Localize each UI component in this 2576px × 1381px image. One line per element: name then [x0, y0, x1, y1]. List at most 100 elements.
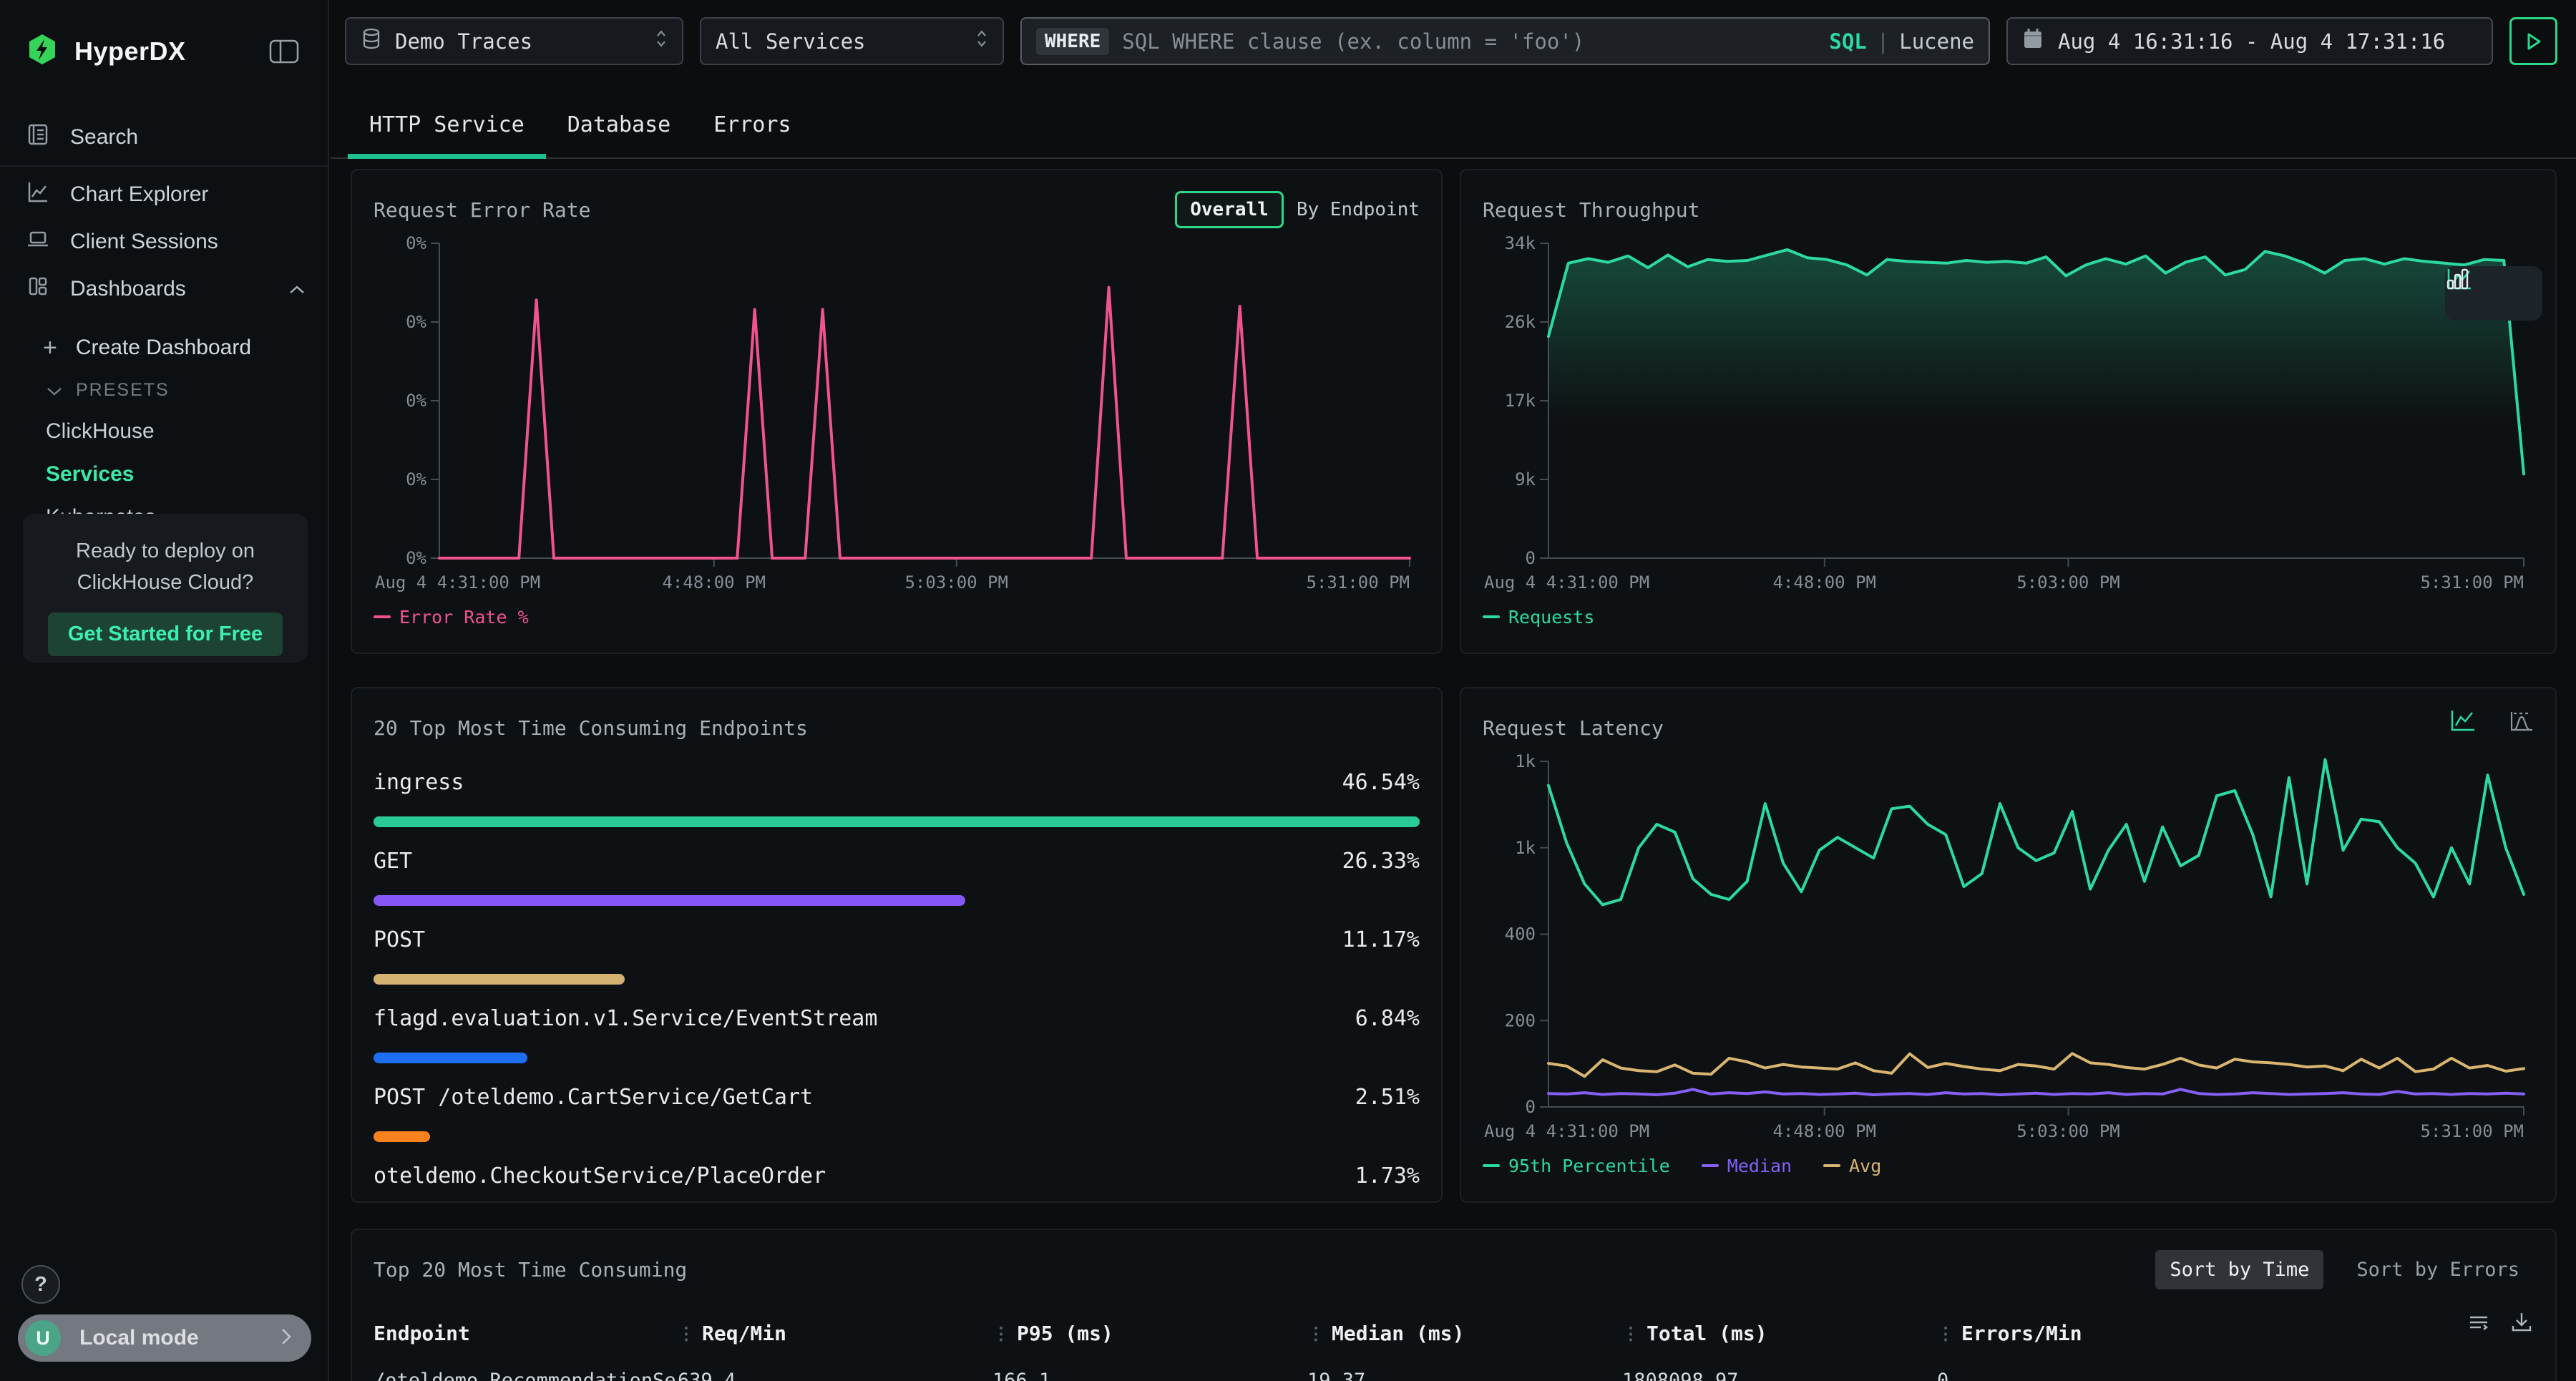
presets-toggle[interactable]: PRESETS	[0, 370, 328, 410]
sql-mode-button[interactable]: SQL	[1829, 29, 1866, 54]
promo-line-1: Ready to deploy on	[40, 535, 291, 567]
legend-item[interactable]: Requests	[1483, 607, 1594, 628]
legend-item[interactable]: Avg	[1823, 1156, 1881, 1176]
svg-text:5:03:00 PM: 5:03:00 PM	[2016, 572, 2120, 592]
legend-label: Error Rate %	[399, 607, 529, 628]
journal-icon	[26, 122, 50, 152]
panel-title: 20 Top Most Time Consuming Endpoints	[374, 716, 808, 740]
column-header-errors-min[interactable]: ⋮Errors/Min	[1937, 1322, 2534, 1345]
chart-line-icon	[26, 180, 50, 210]
avatar: U	[25, 1320, 61, 1356]
sort-by-time-button[interactable]: Sort by Time	[2155, 1250, 2323, 1289]
sidebar-header: HyperDX	[0, 0, 328, 69]
panel-request-throughput: Request Throughput 09k17k26k34kAug 4 4:3…	[1460, 169, 2557, 654]
local-mode-label: Local mode	[79, 1326, 280, 1350]
calendar-icon	[2022, 27, 2044, 55]
throughput-chart[interactable]: 09k17k26k34kAug 4 4:31:00 PM4:48:00 PM5:…	[1483, 230, 2534, 600]
table-row[interactable]: /oteldemo.RecommendationServ639.4166.119…	[374, 1370, 2534, 1381]
endpoint-item[interactable]: oteldemo.CheckoutService/PlaceOrder1.73%	[374, 1163, 1420, 1203]
chevron-right-icon	[280, 1327, 293, 1350]
sidebar-preset-services[interactable]: Services	[0, 453, 328, 496]
endpoint-item[interactable]: POST11.17%	[374, 927, 1420, 985]
sidebar-nav: Search Chart Explorer Client Sessions Da…	[0, 114, 328, 539]
run-query-button[interactable]	[2509, 17, 2557, 65]
svg-text:4:48:00 PM: 4:48:00 PM	[662, 572, 766, 592]
legend-label: Avg	[1849, 1156, 1881, 1176]
endpoint-label: GET	[374, 849, 412, 874]
endpoint-item[interactable]: ingress46.54%	[374, 770, 1420, 827]
column-grip-icon[interactable]: ⋮	[1622, 1324, 1639, 1344]
svg-text:0%: 0%	[406, 233, 426, 253]
sidebar-item-search[interactable]: Search	[0, 114, 328, 161]
svg-text:26k: 26k	[1505, 312, 1536, 332]
chevron-up-icon	[288, 277, 306, 301]
dashboard-content: Request Error Rate Overall By Endpoint 0…	[331, 159, 2576, 1381]
local-mode-menu[interactable]: U Local mode	[18, 1314, 311, 1362]
download-icon[interactable]	[2509, 1310, 2534, 1337]
laptop-icon	[26, 227, 50, 257]
legend-item[interactable]: 95th Percentile	[1483, 1156, 1670, 1176]
legend-item[interactable]: Error Rate %	[374, 607, 529, 628]
tab-database[interactable]: Database	[546, 112, 693, 157]
column-header-req-min[interactable]: ⋮ Req/Min	[678, 1322, 992, 1345]
sidebar-item-dashboards[interactable]: Dashboards	[0, 265, 328, 313]
table-rows-icon[interactable]	[2467, 1310, 2491, 1337]
legend-label: Median	[1727, 1156, 1792, 1176]
sidebar-item-label: Client Sessions	[70, 230, 306, 254]
endpoint-value: 11.17%	[1342, 927, 1420, 952]
histogram-icon[interactable]	[2508, 708, 2535, 736]
column-grip-icon[interactable]: ⋮	[992, 1324, 1010, 1344]
column-header-median-ms-[interactable]: ⋮Median (ms)	[1307, 1322, 1622, 1345]
panel-top-endpoints: 20 Top Most Time Consuming Endpoints ing…	[351, 687, 1443, 1203]
tab-http-service[interactable]: HTTP Service	[348, 112, 546, 157]
sidebar-collapse-icon[interactable]	[269, 39, 299, 64]
endpoint-label: POST /oteldemo.CartService/GetCart	[374, 1085, 813, 1110]
error-rate-chart[interactable]: 0%0%0%0%0%Aug 4 4:31:00 PM4:48:00 PM5:03…	[374, 230, 1420, 600]
endpoint-bar	[374, 974, 625, 985]
by-endpoint-button[interactable]: By Endpoint	[1297, 199, 1420, 220]
sort-by-errors-button[interactable]: Sort by Errors	[2342, 1250, 2534, 1289]
column-header-label: Req/Min	[702, 1322, 786, 1345]
legend-dash	[1823, 1164, 1840, 1167]
search-box[interactable]: WHERE SQL | Lucene	[1020, 17, 1990, 65]
lucene-mode-button[interactable]: Lucene	[1899, 29, 1974, 54]
service-select[interactable]: All Services	[700, 17, 1004, 65]
column-header-total-ms-[interactable]: ⋮ Total (ms)	[1622, 1322, 1937, 1345]
endpoint-bar	[374, 895, 965, 906]
column-header-endpoint[interactable]: Endpoint	[374, 1322, 678, 1345]
help-button[interactable]: ?	[21, 1265, 60, 1304]
endpoint-row: ingress46.54%	[374, 770, 1420, 795]
svg-text:0%: 0%	[406, 312, 426, 332]
endpoint-item[interactable]: POST /oteldemo.CartService/GetCart2.51%	[374, 1085, 1420, 1142]
create-dashboard-label: Create Dashboard	[76, 336, 251, 360]
sidebar-divider	[0, 165, 328, 167]
dashboards-icon	[26, 274, 50, 304]
panel-title: Request Error Rate	[374, 198, 590, 222]
column-header-label: Total (ms)	[1646, 1322, 1767, 1345]
tab-errors[interactable]: Errors	[692, 112, 812, 157]
hyperdx-logo-icon	[26, 33, 59, 69]
time-range-picker[interactable]: Aug 4 16:31:16 - Aug 4 17:31:16	[2006, 17, 2493, 65]
source-select[interactable]: Demo Traces	[345, 17, 683, 65]
error-rate-legend: Error Rate %	[374, 600, 1420, 634]
endpoint-value: 6.84%	[1355, 1006, 1420, 1031]
sidebar-preset-clickhouse[interactable]: ClickHouse	[0, 410, 328, 453]
sidebar-item-chart-explorer[interactable]: Chart Explorer	[0, 171, 328, 218]
sidebar-item-client-sessions[interactable]: Client Sessions	[0, 218, 328, 265]
endpoint-item[interactable]: GET26.33%	[374, 849, 1420, 906]
select-chevrons-icon	[655, 27, 668, 55]
line-chart-icon[interactable]	[2449, 708, 2477, 736]
plus-icon: +	[43, 334, 57, 362]
endpoint-item[interactable]: flagd.evaluation.v1.Service/EventStream6…	[374, 1006, 1420, 1063]
overall-button[interactable]: Overall	[1175, 191, 1284, 228]
get-started-button[interactable]: Get Started for Free	[48, 613, 283, 656]
svg-text:1k: 1k	[1515, 751, 1536, 771]
create-dashboard-button[interactable]: + Create Dashboard	[0, 326, 328, 370]
column-grip-icon[interactable]: ⋮	[678, 1324, 695, 1344]
legend-item[interactable]: Median	[1702, 1156, 1792, 1176]
column-header-p95-ms-[interactable]: ⋮P95 (ms)	[992, 1322, 1307, 1345]
column-grip-icon[interactable]: ⋮	[1937, 1324, 1954, 1344]
column-grip-icon[interactable]: ⋮	[1307, 1324, 1324, 1344]
latency-chart[interactable]: 02004001k1kAug 4 4:31:00 PM4:48:00 PM5:0…	[1483, 748, 2534, 1148]
search-input[interactable]	[1122, 29, 1829, 54]
